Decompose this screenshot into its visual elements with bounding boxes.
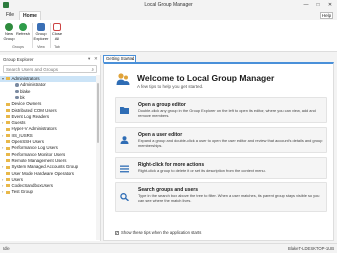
- group-explorer-pane: Group Explorer ▾ ✕ ⌕ ▾AdministratorsAdmi…: [0, 55, 101, 241]
- folder-icon: [6, 140, 10, 144]
- new-group-label: New Group: [3, 31, 15, 41]
- group-explorer-button[interactable]: Group Explorer: [33, 23, 49, 41]
- refresh-label: Refresh: [16, 31, 31, 36]
- folder-icon: [6, 165, 10, 169]
- group-explorer-icon: [37, 23, 45, 31]
- tree-item-label: CodecSandboxUsers: [11, 183, 54, 189]
- search-box[interactable]: ⌕: [3, 65, 97, 73]
- folder-icon: [6, 178, 10, 182]
- tree-item-label: Guests: [11, 120, 26, 126]
- tree-item-label: System Managed Accounts Group: [11, 164, 79, 170]
- tree-item-label: blake: [20, 88, 31, 94]
- folder-icon: [6, 108, 10, 112]
- folder-icon: [6, 190, 10, 194]
- search-icon: [120, 193, 129, 201]
- tree-item-label: Hyper-V Administrators: [11, 126, 57, 132]
- tree-item-label: User Mode Hardware Operators: [11, 170, 74, 176]
- tree-item-label: Administrator: [20, 82, 46, 88]
- tree-item-label: Device Owners: [11, 101, 42, 107]
- menu-bar: File Home Help: [0, 10, 337, 20]
- tree-group-item[interactable]: › Test Group: [0, 189, 96, 195]
- status-bar: Idle BlakeT-LDESKTOP-1UB: [0, 243, 337, 253]
- card-description: Expand a group and double-click a user t…: [138, 138, 323, 148]
- show-tips-label: Show these tips when the application sta…: [121, 230, 202, 235]
- tree-item-label: bk: [20, 94, 25, 100]
- tree-item-label: Test Group: [11, 189, 33, 195]
- help-button[interactable]: Help: [320, 12, 333, 19]
- card-description: Double-click any group in the Group Expl…: [138, 108, 316, 118]
- scrollbar-thumb[interactable]: [97, 83, 99, 143]
- card-description: Type in the search box above the tree to…: [138, 193, 320, 203]
- user-icon: [120, 136, 129, 144]
- folder-icon: [6, 121, 10, 125]
- folder-icon: [6, 184, 10, 188]
- ribbon-group-groups: Groups: [12, 45, 24, 49]
- maximize-button[interactable]: □: [314, 1, 322, 9]
- group-explorer-label: Group Explorer: [33, 31, 49, 41]
- card-description: Right-click a group to delete it or set …: [138, 168, 266, 173]
- group-users-icon: [116, 73, 130, 85]
- tip-card-right-click: Right-click for more actions Right-click…: [115, 157, 327, 179]
- status-text: Idle: [3, 246, 10, 251]
- folder-icon: [6, 146, 10, 150]
- user-icon: [15, 83, 19, 87]
- user-icon: [15, 95, 19, 100]
- folder-icon: [6, 127, 10, 131]
- user-icon: [15, 89, 19, 94]
- refresh-button[interactable]: Refresh: [16, 23, 30, 37]
- tree-item-label: Performance Monitor Users: [11, 151, 66, 157]
- window-title: Local Group Manager: [144, 2, 193, 8]
- tree-scrollbar[interactable]: [96, 75, 100, 240]
- folder-icon: [6, 134, 10, 138]
- tab-file[interactable]: File: [3, 11, 17, 20]
- close-all-icon: [53, 23, 61, 31]
- search-icon: ⌕: [91, 67, 94, 72]
- tip-card-search: Search groups and users Type in the sear…: [115, 182, 327, 212]
- pin-icon[interactable]: ▾: [88, 56, 90, 62]
- close-all-button[interactable]: Close All: [50, 23, 64, 41]
- menu-icon: [120, 165, 129, 173]
- close-button[interactable]: ✕: [326, 1, 334, 9]
- tree-item-label: Distributed COM Users: [11, 107, 57, 113]
- new-group-button[interactable]: New Group: [2, 23, 16, 41]
- folder-icon: [6, 171, 10, 175]
- folder-icon: [6, 77, 10, 81]
- show-tips-checkbox[interactable]: Show these tips when the application sta…: [115, 230, 201, 235]
- machine-name: BlakeT-LDESKTOP-1UB: [287, 246, 334, 251]
- tree-item-label: Remote Management Users: [11, 157, 67, 163]
- title-bar: Local Group Manager — □ ✕: [0, 0, 337, 10]
- welcome-title: Welcome to Local Group Manager: [137, 73, 275, 83]
- new-group-icon: [5, 23, 13, 31]
- group-tree[interactable]: ▾ Administrators Administrator blake bk Devic…: [0, 75, 97, 240]
- tab-home[interactable]: Home: [19, 11, 41, 20]
- close-pane-icon[interactable]: ✕: [94, 56, 98, 62]
- checkbox-box[interactable]: [115, 230, 119, 235]
- tree-item-label: Users: [11, 176, 23, 182]
- folder-icon: [120, 107, 129, 114]
- minimize-button[interactable]: —: [302, 1, 310, 9]
- getting-started-panel: Welcome to Local Group Manager A few tip…: [103, 62, 334, 241]
- tree-item-label: Administrators: [11, 76, 40, 81]
- tab-getting-started[interactable]: Getting Started ✕: [103, 55, 136, 62]
- refresh-icon: [19, 23, 27, 31]
- group-explorer-title: Group Explorer: [3, 57, 34, 62]
- ribbon-group-view: View: [37, 45, 45, 49]
- ribbon-group-tab: Tab: [54, 45, 60, 49]
- ribbon: New Group Refresh Group Explorer Close All …: [0, 20, 337, 52]
- tree-item-label: OpenSSH Users: [11, 139, 44, 144]
- search-input[interactable]: [4, 66, 90, 72]
- folder-icon: [6, 115, 10, 119]
- folder-icon: [6, 159, 10, 163]
- tree-item-label: IIS_IUSRS: [11, 132, 33, 138]
- folder-icon: [6, 152, 10, 156]
- tip-card-user-editor: Open a user editor Expand a group and do…: [115, 127, 327, 153]
- welcome-subtitle: A few tips to help you get started.: [137, 84, 204, 89]
- tip-card-group-editor: Open a group editor Double-click any gro…: [115, 97, 327, 123]
- tree-item-label: Performance Log Users: [11, 145, 58, 151]
- tree-item-label: Event Log Readers: [11, 113, 50, 119]
- close-all-label: Close All: [51, 31, 63, 41]
- folder-icon: [6, 102, 10, 106]
